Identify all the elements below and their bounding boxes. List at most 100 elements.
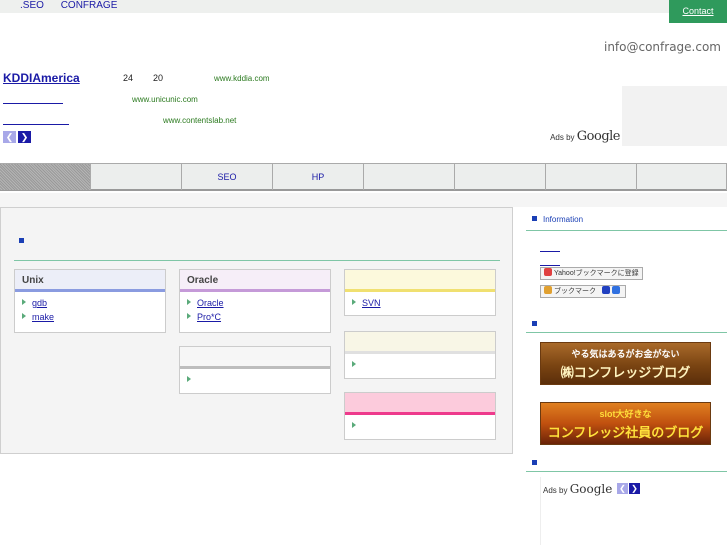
- info-link[interactable]: [540, 248, 560, 252]
- card-links: [345, 415, 495, 433]
- info-link[interactable]: [540, 262, 560, 266]
- triangle-bullet-icon: [352, 422, 356, 428]
- top-link-confrage[interactable]: CONFRAGE: [61, 0, 118, 11]
- triangle-bullet-icon: [352, 361, 356, 367]
- ad-text: 20: [153, 73, 164, 83]
- hatena-icon: [601, 286, 610, 294]
- banner-tagline: slot大好きな: [599, 409, 652, 419]
- main-content: Unix gdb make Oracle Oracle Pro*C SVN: [0, 207, 513, 454]
- banner-section-heading: [532, 318, 537, 329]
- top-link-seo[interactable]: .SEO: [20, 0, 44, 11]
- ad-url[interactable]: www.contentslab.net: [163, 116, 236, 125]
- ad-pager: ❮ ❯: [617, 483, 641, 494]
- ads-by-google[interactable]: Ads by Google: [543, 482, 612, 496]
- link-proc[interactable]: Pro*C: [197, 312, 221, 322]
- card-title: Oracle: [180, 270, 330, 292]
- bookmark-icon: [544, 286, 552, 294]
- square-bullet-icon: [532, 321, 537, 326]
- section-divider: [14, 260, 500, 261]
- information-heading: Information: [532, 215, 583, 224]
- triangle-bullet-icon: [187, 376, 191, 382]
- ad-title[interactable]: [3, 92, 63, 104]
- sidebar-ad: Ads by Google ❮ ❯: [540, 477, 641, 545]
- list-item: [187, 373, 330, 387]
- card-title: [345, 393, 495, 415]
- top-links: .SEO CONFRAGE: [20, 0, 131, 11]
- yahoo-bookmark-label: Yahoo!ブックマークに登録: [554, 270, 639, 277]
- card-links: SVN: [345, 292, 495, 310]
- ad-url[interactable]: www.unicunic.com: [132, 95, 198, 104]
- list-item: gdb: [22, 296, 165, 310]
- square-bullet-icon: [532, 460, 537, 465]
- ad-block: KDDIAmerica 24 20 www.kddia.com www.unic…: [0, 67, 622, 145]
- nav-spacer: [0, 193, 727, 207]
- ads-by-label: Ads by: [550, 133, 575, 142]
- ad-item[interactable]: www.contentslab.net: [3, 113, 623, 129]
- nav-item[interactable]: [364, 164, 455, 190]
- nav-item-hp[interactable]: HP: [273, 164, 364, 190]
- nav-item[interactable]: [91, 164, 182, 190]
- yahoo-bookmark-button[interactable]: Yahoo!ブックマークに登録: [540, 267, 643, 280]
- card-links: [180, 369, 330, 387]
- link-svn[interactable]: SVN: [362, 298, 381, 308]
- nav-item[interactable]: [637, 164, 727, 190]
- list-item: Pro*C: [187, 310, 330, 324]
- card-links: [345, 354, 495, 372]
- category-card-oracle: Oracle Oracle Pro*C: [179, 269, 331, 333]
- card-title: [180, 347, 330, 369]
- yahoo-icon: [544, 268, 552, 276]
- nav-item-seo[interactable]: SEO: [182, 164, 273, 190]
- ad-item[interactable]: KDDIAmerica 24 20 www.kddia.com: [3, 71, 623, 87]
- card-links: gdb make: [15, 292, 165, 324]
- contact-button[interactable]: Contact: [669, 0, 727, 23]
- banner-title: ㈱コンフレッジブログ: [560, 365, 691, 380]
- nav-item[interactable]: [546, 164, 637, 190]
- chevron-right-icon[interactable]: ❯: [629, 483, 640, 494]
- ad-text: 24: [123, 73, 134, 83]
- square-bullet-icon: [532, 216, 537, 221]
- google-logo: Google: [569, 482, 613, 496]
- section-divider: [526, 332, 727, 333]
- top-bar: .SEO CONFRAGE: [0, 0, 727, 13]
- contact-email: info@confrage.com: [603, 40, 721, 54]
- ad-title[interactable]: KDDIAmerica: [3, 71, 121, 85]
- buzzurl-icon: [611, 286, 620, 294]
- ad-item[interactable]: www.unicunic.com: [3, 92, 623, 108]
- link-oracle[interactable]: Oracle: [197, 298, 224, 308]
- nav-item-home[interactable]: [0, 164, 91, 190]
- ad-url[interactable]: www.kddia.com: [214, 74, 270, 83]
- bookmark-label: ブックマーク: [554, 288, 596, 295]
- header-side-panel: [622, 86, 727, 146]
- nav-item[interactable]: [455, 164, 546, 190]
- ad-pager: ❮ ❯: [3, 131, 33, 143]
- triangle-bullet-icon: [187, 313, 191, 319]
- information-label: Information: [543, 215, 584, 224]
- chevron-right-icon[interactable]: ❯: [18, 131, 31, 143]
- google-logo: Google: [576, 129, 621, 144]
- ads-by-google[interactable]: Ads by Google: [550, 129, 620, 144]
- category-card-unix: Unix gdb make: [14, 269, 166, 333]
- link-gdb[interactable]: gdb: [32, 298, 47, 308]
- category-card-svn: SVN: [344, 269, 496, 316]
- chevron-left-icon[interactable]: ❮: [3, 131, 16, 143]
- chevron-left-icon[interactable]: ❮: [617, 483, 628, 494]
- category-card: [344, 392, 496, 440]
- card-title: [345, 332, 495, 354]
- category-card: [179, 346, 331, 394]
- section-divider: [526, 471, 727, 472]
- blog-banner-company[interactable]: やる気はあるがお金がない ㈱コンフレッジブログ: [540, 342, 711, 385]
- blog-banner-staff[interactable]: slot大好きな コンフレッジ社員のブログ: [540, 402, 711, 445]
- list-item: make: [22, 310, 165, 324]
- triangle-bullet-icon: [22, 313, 26, 319]
- card-title: [345, 270, 495, 292]
- ad-title[interactable]: [3, 113, 69, 125]
- list-item: SVN: [352, 296, 495, 310]
- link-make[interactable]: make: [32, 312, 54, 322]
- bookmark-button[interactable]: ブックマーク: [540, 285, 626, 298]
- main-nav: SEO HP: [0, 163, 727, 191]
- card-title: Unix: [15, 270, 165, 292]
- triangle-bullet-icon: [352, 299, 356, 305]
- triangle-bullet-icon: [22, 299, 26, 305]
- section-divider: [526, 230, 727, 231]
- ads-by-label: Ads by: [543, 486, 568, 495]
